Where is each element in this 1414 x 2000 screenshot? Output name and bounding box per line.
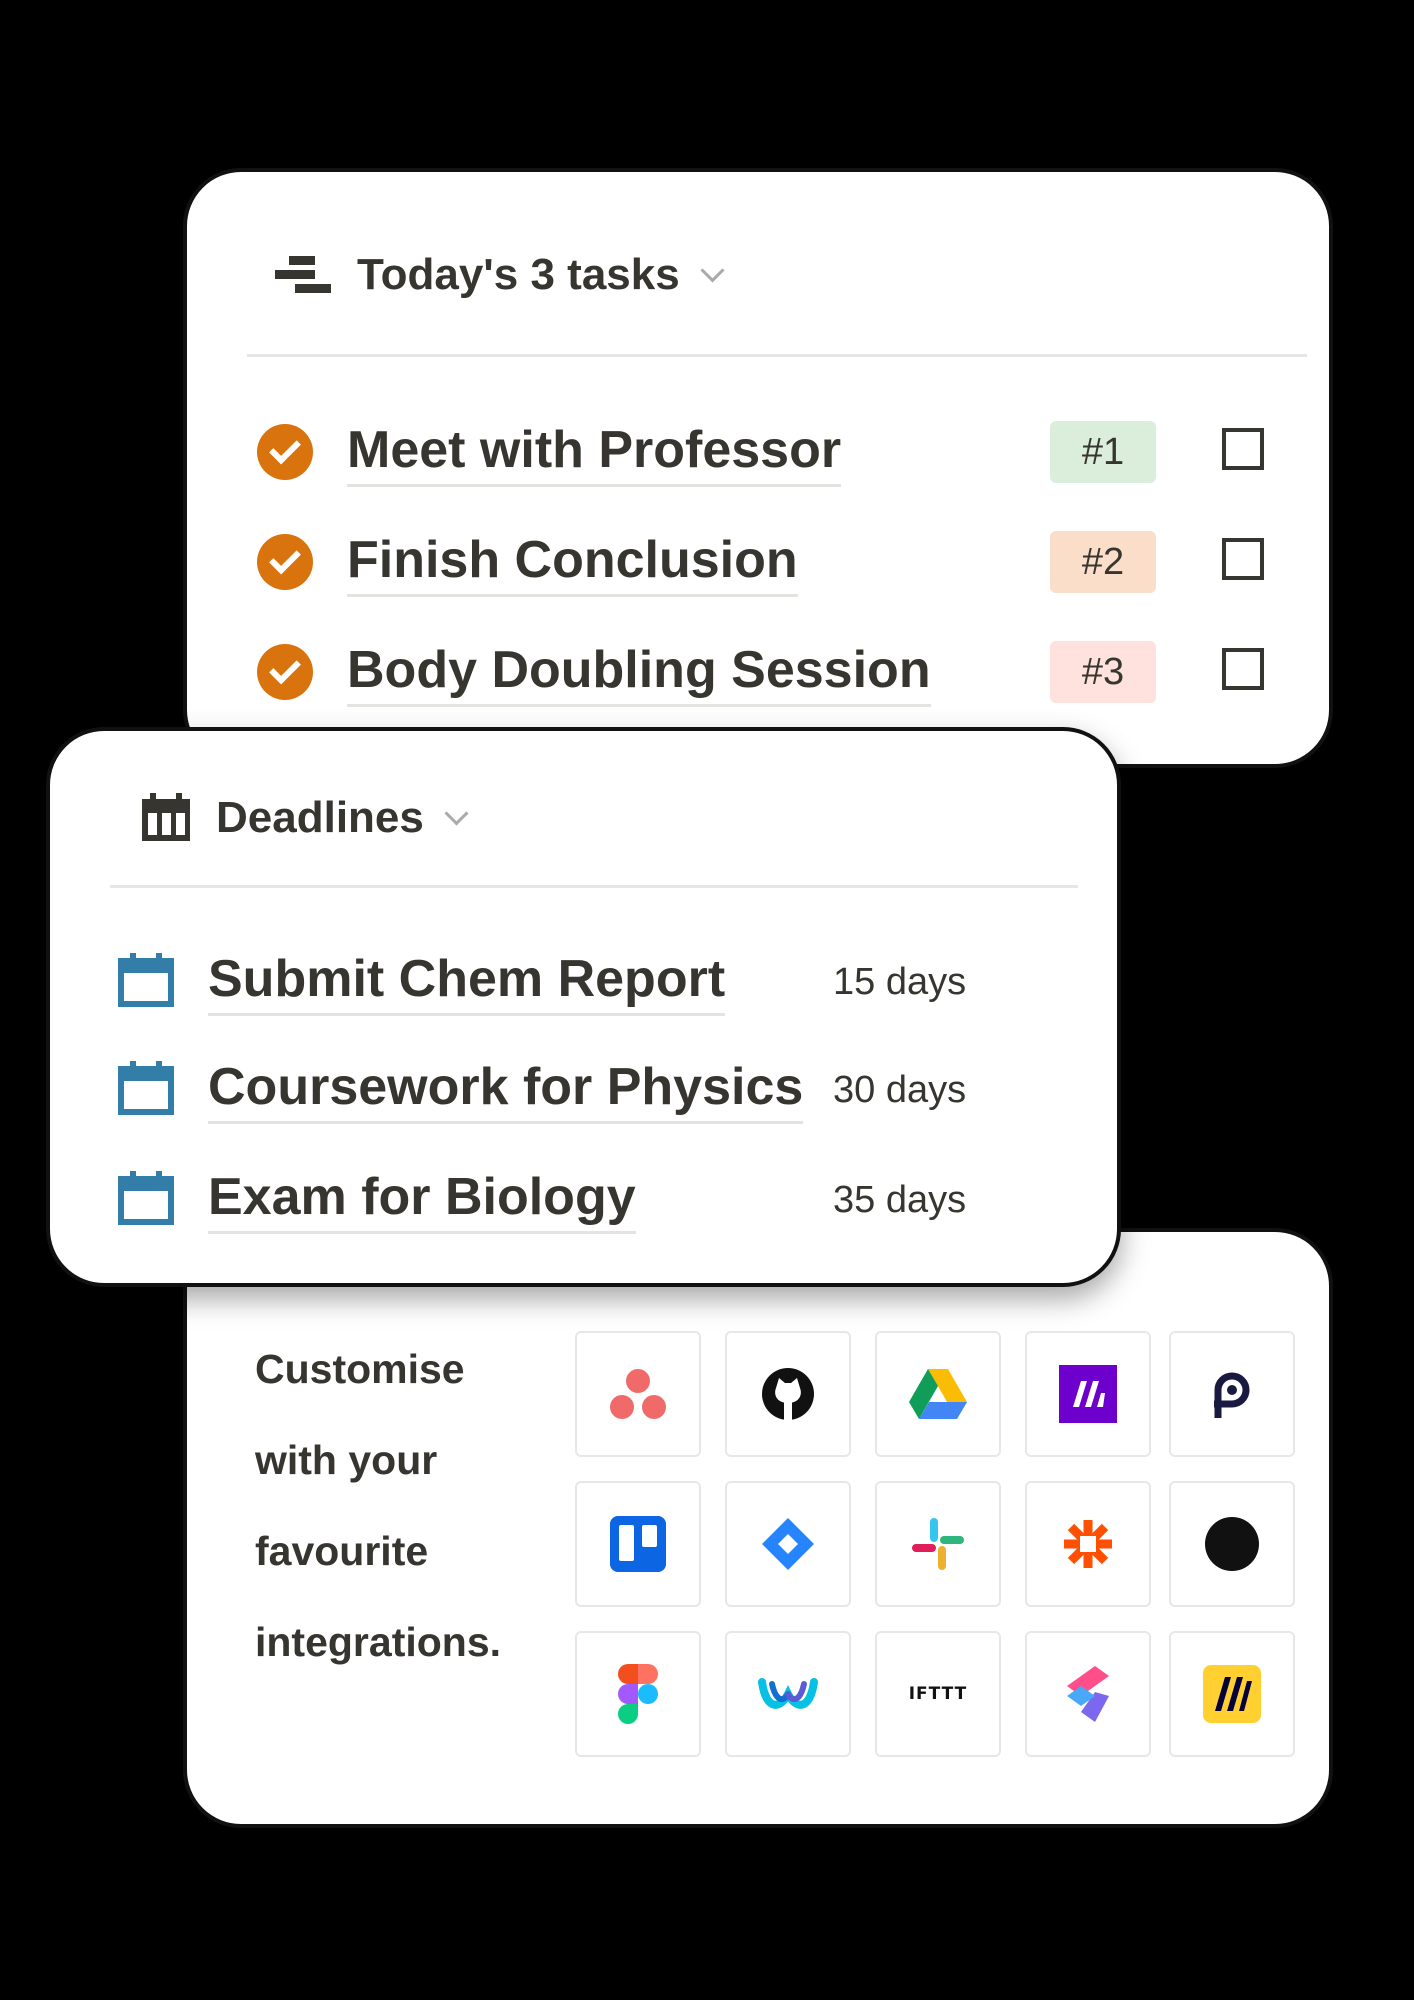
miro-tile[interactable] [1169,1631,1295,1757]
github-tile[interactable] [725,1331,851,1457]
zapier-icon [1064,1520,1112,1568]
copy-line: Customise [255,1346,465,1392]
deadline-row: Submit Chem Report 15 days [118,945,1078,1025]
asana-tile[interactable] [575,1331,701,1457]
google-drive-icon [909,1369,967,1419]
figma-tile[interactable] [575,1631,701,1757]
ifttt-tile[interactable]: IFTTT [875,1631,1001,1757]
days-remaining: 30 days [833,1069,967,1111]
stack-icon [275,256,331,293]
divider [247,354,1307,357]
deadline-name[interactable]: Submit Chem Report [208,949,726,1016]
check-circle-icon[interactable] [257,424,313,480]
calendar-icon [118,1171,174,1225]
google-drive-tile[interactable] [875,1331,1001,1457]
deadline-name[interactable]: Coursework for Physics [208,1057,804,1124]
task-row: Finish Conclusion #2 [257,522,1287,602]
task-checkbox[interactable] [1222,428,1264,470]
dot-tile[interactable] [1169,1481,1295,1607]
jira-icon [762,1518,814,1570]
pipedream-tile[interactable] [1169,1331,1295,1457]
task-name[interactable]: Meet with Professor [347,420,842,487]
calendar-grid-icon [142,793,190,841]
github-icon [762,1368,814,1420]
days-remaining: 15 days [833,961,967,1003]
make-tile[interactable] [1025,1331,1151,1457]
zapier-tile[interactable] [1025,1481,1151,1607]
clickup-tile[interactable] [1025,1631,1151,1757]
deadlines-card: Deadlines Submit Chem Report 15 days Cou… [46,727,1121,1287]
chevron-down-icon[interactable] [444,800,469,826]
divider [110,885,1078,888]
make-icon [1059,1365,1117,1423]
task-checkbox[interactable] [1222,538,1264,580]
integrations-card: Customise with your favourite integratio… [183,1228,1333,1828]
deadline-row: Exam for Biology 35 days [118,1163,1078,1243]
task-row: Body Doubling Session #3 [257,632,1287,712]
ifttt-icon: IFTTT [908,1684,968,1704]
trello-icon [610,1516,666,1572]
chevron-down-icon[interactable] [700,257,725,283]
days-remaining: 35 days [833,1179,967,1221]
jira-tile[interactable] [725,1481,851,1607]
slack-tile[interactable] [875,1481,1001,1607]
tasks-header[interactable]: Today's 3 tasks [275,250,725,300]
deadline-row: Coursework for Physics 30 days [118,1053,1078,1133]
pipedream-icon [1214,1372,1250,1418]
todays-tasks-card: Today's 3 tasks Meet with Professor #1 F… [183,168,1333,768]
dot-icon [1205,1517,1259,1571]
figma-icon [618,1664,658,1724]
check-circle-icon[interactable] [257,534,313,590]
integrations-copy: Customise with your favourite integratio… [255,1324,555,1688]
deadline-name[interactable]: Exam for Biology [208,1167,636,1234]
task-row: Meet with Professor #1 [257,412,1287,492]
calendar-icon [118,953,174,1007]
deadlines-title: Deadlines [216,793,424,842]
copy-line: with your [255,1437,438,1483]
check-circle-icon[interactable] [257,644,313,700]
slack-icon [912,1518,964,1570]
task-checkbox[interactable] [1222,648,1264,690]
task-name[interactable]: Body Doubling Session [347,640,931,707]
priority-badge: #1 [1050,421,1156,483]
miro-icon [1203,1665,1261,1723]
asana-icon [610,1369,666,1419]
copy-line: integrations. [255,1619,502,1665]
clickup-icon [1067,1666,1109,1722]
deadlines-header[interactable]: Deadlines [140,793,469,843]
webex-icon [758,1678,818,1709]
priority-badge: #2 [1050,531,1156,593]
task-name[interactable]: Finish Conclusion [347,530,798,597]
webex-tile[interactable] [725,1631,851,1757]
trello-tile[interactable] [575,1481,701,1607]
copy-line: favourite [255,1528,429,1574]
calendar-icon [118,1061,174,1115]
priority-badge: #3 [1050,641,1156,703]
tasks-title: Today's 3 tasks [357,250,680,299]
